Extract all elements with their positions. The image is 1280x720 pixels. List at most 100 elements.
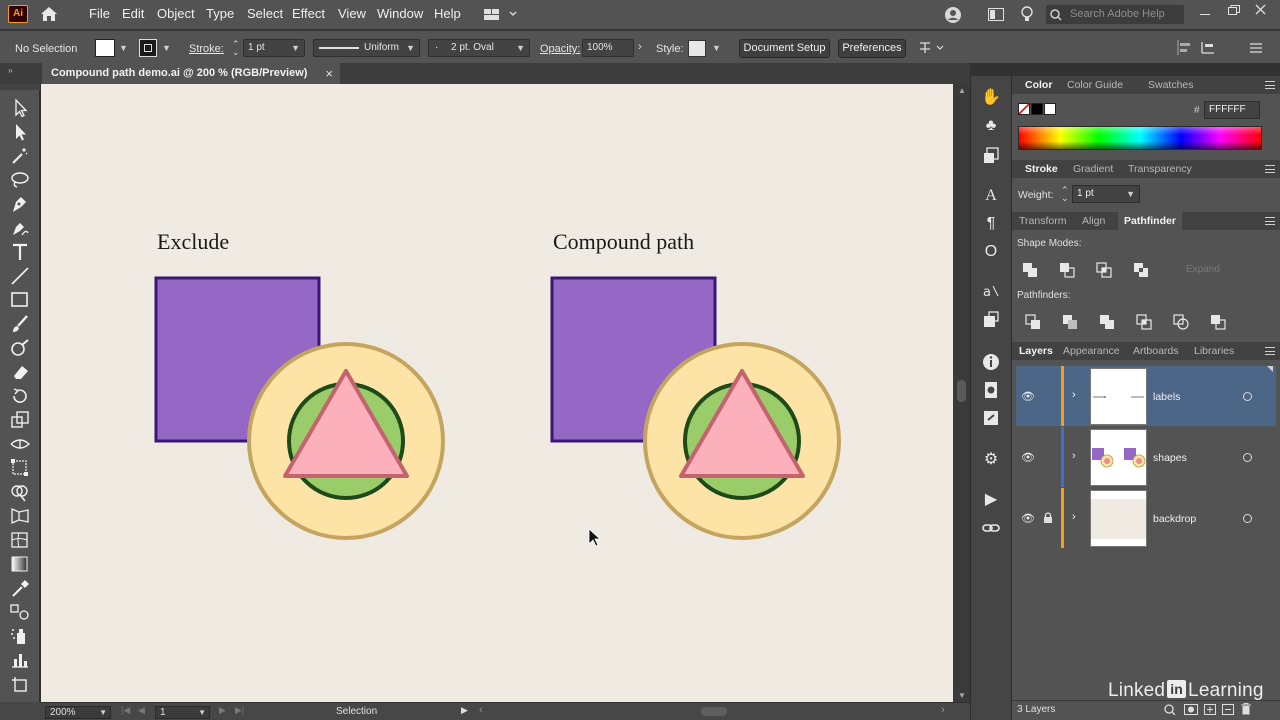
lock-icon[interactable]: [1043, 512, 1053, 524]
transform-icon[interactable]: [1200, 40, 1216, 55]
fill-swatch[interactable]: [95, 39, 115, 57]
visibility-eye-icon[interactable]: 👁: [1021, 512, 1035, 525]
blend-tool-icon[interactable]: [9, 602, 31, 622]
scale-tool-icon[interactable]: [9, 410, 31, 430]
align-icon[interactable]: [1176, 40, 1192, 55]
zoom-field[interactable]: 200% ▼: [45, 706, 111, 719]
divide-icon[interactable]: [1025, 314, 1041, 330]
layer-name[interactable]: labels: [1153, 391, 1180, 403]
column-graph-tool-icon[interactable]: [9, 650, 31, 670]
preferences-button[interactable]: Preferences: [838, 39, 906, 58]
tab-swatches[interactable]: Swatches: [1148, 76, 1194, 94]
menu-effect[interactable]: Effect: [292, 6, 325, 21]
locate-object-icon[interactable]: [1164, 704, 1176, 715]
graphic-styles-icon[interactable]: [981, 146, 1001, 166]
tab-align[interactable]: Align: [1082, 212, 1105, 230]
minus-front-icon[interactable]: [1059, 262, 1075, 278]
tab-layers[interactable]: Layers: [1019, 342, 1053, 360]
previous-artboard-icon[interactable]: ◀: [138, 705, 145, 716]
expand-layer-icon[interactable]: ›: [1072, 389, 1076, 401]
color-spectrum[interactable]: [1018, 126, 1262, 150]
weight-field[interactable]: 1 pt ▼: [1072, 185, 1140, 203]
close-tab-icon[interactable]: ×: [325, 63, 333, 84]
close-window-icon[interactable]: [1255, 4, 1266, 15]
curvature-tool-icon[interactable]: [9, 218, 31, 238]
rotate-tool-icon[interactable]: [9, 386, 31, 406]
magic-wand-tool-icon[interactable]: [9, 146, 31, 166]
stroke-swatch[interactable]: [139, 39, 157, 57]
restore-window-icon[interactable]: [1228, 5, 1240, 15]
tab-transparency[interactable]: Transparency: [1128, 160, 1192, 178]
make-clipping-mask-icon[interactable]: [1184, 704, 1198, 715]
tab-stroke[interactable]: Stroke: [1025, 160, 1058, 178]
scroll-down-icon[interactable]: ▼: [958, 691, 966, 700]
tab-color[interactable]: Color: [1025, 76, 1052, 94]
style-dropdown-icon[interactable]: ▼: [712, 43, 721, 53]
perspective-grid-tool-icon[interactable]: [9, 506, 31, 526]
brush-definition-field[interactable]: · 2 pt. Oval ▼: [428, 39, 530, 57]
menu-file[interactable]: File: [89, 6, 110, 21]
tab-appearance[interactable]: Appearance: [1063, 342, 1120, 360]
opacity-field[interactable]: 100%: [582, 39, 634, 57]
scroll-right-icon[interactable]: ›: [941, 704, 945, 716]
opacity-arrow-icon[interactable]: ›: [638, 41, 642, 53]
home-icon[interactable]: [40, 6, 58, 22]
shape-builder-tool-icon[interactable]: [9, 482, 31, 502]
first-artboard-icon[interactable]: |◀: [121, 705, 130, 716]
quick-actions-icon[interactable]: [918, 39, 946, 57]
layer-name[interactable]: backdrop: [1153, 513, 1196, 525]
stroke-panel-menu-icon[interactable]: [1265, 165, 1275, 173]
scroll-left-icon[interactable]: ‹: [479, 704, 483, 716]
tab-gradient[interactable]: Gradient: [1073, 160, 1113, 178]
links-icon[interactable]: [981, 310, 1001, 330]
exclude-icon[interactable]: [1133, 262, 1149, 278]
opacity-label[interactable]: Opacity:: [540, 43, 580, 55]
rectangle-tool-icon[interactable]: [9, 290, 31, 310]
color-panel-menu-icon[interactable]: [1265, 81, 1275, 89]
stroke-stepper-icon[interactable]: ⌃ ⌄: [232, 40, 240, 57]
layer-name[interactable]: shapes: [1153, 452, 1187, 464]
menu-type[interactable]: Type: [206, 6, 234, 21]
last-artboard-icon[interactable]: ▶|: [235, 705, 244, 716]
vertical-scrollbar[interactable]: ▲ ▼: [953, 84, 970, 702]
tab-libraries[interactable]: Libraries: [1194, 342, 1234, 360]
pen-tool-icon[interactable]: [9, 194, 31, 214]
direct-selection-tool-icon[interactable]: [9, 122, 31, 142]
stroke-label[interactable]: Stroke:: [189, 43, 224, 55]
menu-select[interactable]: Select: [247, 6, 283, 21]
control-bar-menu-icon[interactable]: [1250, 43, 1262, 53]
tab-color-guide[interactable]: Color Guide: [1067, 76, 1123, 94]
crop-icon[interactable]: [1136, 314, 1152, 330]
symbol-sprayer-tool-icon[interactable]: [9, 626, 31, 646]
menu-help[interactable]: Help: [434, 6, 461, 21]
appearance-gear-icon[interactable]: ⚙: [981, 450, 1001, 470]
expand-button[interactable]: Expand: [1186, 264, 1220, 275]
scroll-thumb[interactable]: [957, 380, 966, 402]
pathfinder-panel-menu-icon[interactable]: [1265, 217, 1275, 225]
white-swatch[interactable]: [1044, 103, 1056, 115]
glyphs-icon[interactable]: a: [981, 282, 1001, 302]
tab-transform[interactable]: Transform: [1019, 212, 1066, 230]
workspace-switcher-icon[interactable]: [484, 8, 518, 21]
links-chain-icon[interactable]: [981, 518, 1001, 538]
unite-icon[interactable]: [1022, 262, 1038, 278]
target-circle-icon[interactable]: [1243, 514, 1252, 523]
visibility-eye-icon[interactable]: 👁: [1021, 451, 1035, 464]
fill-dropdown-icon[interactable]: ▼: [119, 43, 128, 53]
symbols-club-icon[interactable]: ♣: [981, 116, 1001, 136]
arrange-documents-icon[interactable]: [988, 8, 1004, 21]
mesh-tool-icon[interactable]: [9, 530, 31, 550]
free-transform-tool-icon[interactable]: [9, 458, 31, 478]
visibility-eye-icon[interactable]: 👁: [1021, 390, 1035, 403]
tab-pathfinder[interactable]: Pathfinder: [1118, 212, 1182, 230]
minus-back-icon[interactable]: [1210, 314, 1226, 330]
black-swatch[interactable]: [1031, 103, 1043, 115]
type-tool-icon[interactable]: [9, 242, 31, 262]
info-icon[interactable]: [981, 352, 1001, 372]
document-setup-button[interactable]: Document Setup: [739, 39, 830, 58]
artboard-number-field[interactable]: 1 ▼: [155, 706, 210, 719]
merge-icon[interactable]: [1099, 314, 1115, 330]
menu-edit[interactable]: Edit: [122, 6, 144, 21]
expand-layer-icon[interactable]: ›: [1072, 450, 1076, 462]
menu-object[interactable]: Object: [157, 6, 195, 21]
